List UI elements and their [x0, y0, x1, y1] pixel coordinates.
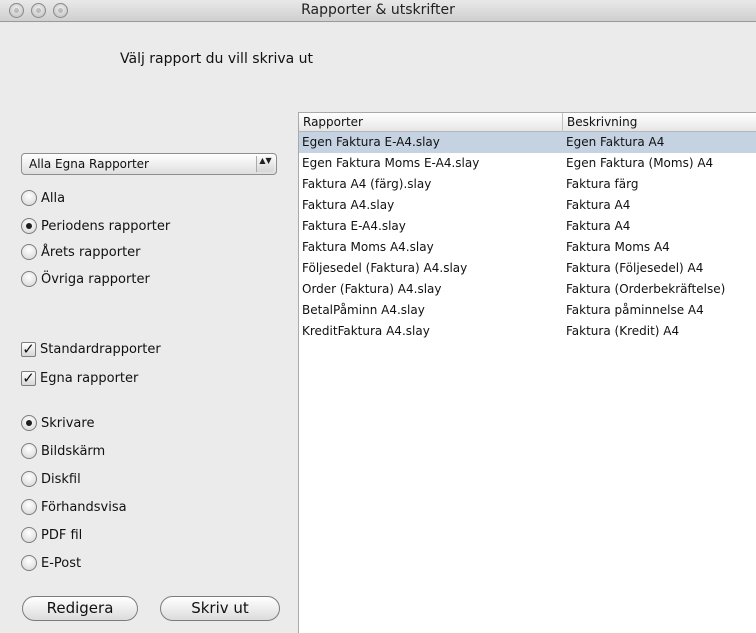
report-description-cell: Faktura (Orderbekräftelse): [566, 282, 726, 296]
radio-icon: [21, 555, 37, 571]
radio-period-alla[interactable]: Alla: [21, 188, 65, 208]
report-file-cell: Faktura A4.slay: [302, 198, 395, 212]
table-row[interactable]: Faktura A4.slay Faktura A4: [299, 195, 756, 216]
report-filter-value: Alla Egna Rapporter: [29, 157, 149, 171]
table-row[interactable]: BetalPåminn A4.slay Faktura påminnelse A4: [299, 300, 756, 321]
chevron-up-down-icon: ▲▼: [256, 156, 274, 172]
radio-selected-icon: [21, 218, 37, 234]
report-description-cell: Faktura (Följesedel) A4: [566, 261, 704, 275]
radio-output-e-post[interactable]: E-Post: [21, 553, 81, 573]
radio-icon: [21, 527, 37, 543]
report-description-cell: Egen Faktura A4: [566, 135, 665, 149]
window-title: Rapporter & utskrifter: [301, 2, 455, 18]
report-description-cell: Faktura färg: [566, 177, 639, 191]
page-heading: Välj rapport du vill skriva ut: [120, 51, 314, 67]
report-file-cell: Faktura A4 (färg).slay: [302, 177, 432, 191]
table-row[interactable]: Faktura Moms A4.slay Faktura Moms A4: [299, 237, 756, 258]
table-row[interactable]: Faktura E-A4.slay Faktura A4: [299, 216, 756, 237]
radio-icon: [21, 471, 37, 487]
radio-output-skrivare[interactable]: Skrivare: [21, 413, 94, 433]
radio-icon: [21, 499, 37, 515]
checkbox-label: Standardrapporter: [40, 341, 161, 357]
radio-period-arets-rapporter[interactable]: Årets rapporter: [21, 242, 141, 262]
table-row[interactable]: Egen Faktura Moms E-A4.slay Egen Faktura …: [299, 153, 756, 174]
radio-label: Alla: [41, 190, 66, 206]
report-table: Rapporter Beskrivning Egen Faktura E-A4.…: [298, 112, 756, 633]
report-file-cell: Faktura Moms A4.slay: [302, 240, 434, 254]
radio-period-periodens-rapporter[interactable]: Periodens rapporter: [21, 216, 170, 236]
edit-button[interactable]: Redigera: [22, 596, 138, 621]
report-file-cell: Följesedel (Faktura) A4.slay: [302, 261, 468, 275]
table-row[interactable]: Order (Faktura) A4.slay Faktura (Orderbek…: [299, 279, 756, 300]
title-bar: Rapporter & utskrifter: [0, 0, 756, 22]
report-description-cell: Faktura påminnelse A4: [566, 303, 704, 317]
table-row[interactable]: Faktura A4 (färg).slay Faktura färg: [299, 174, 756, 195]
table-header: Rapporter Beskrivning: [299, 113, 756, 132]
report-description-cell: Faktura Moms A4: [566, 240, 670, 254]
report-description-cell: Faktura A4: [566, 198, 631, 212]
report-file-cell: Order (Faktura) A4.slay: [302, 282, 442, 296]
radio-label: Periodens rapporter: [41, 218, 171, 234]
radio-selected-icon: [21, 415, 37, 431]
checkbox-standardrapporter[interactable]: ✓ Standardrapporter: [21, 339, 161, 359]
radio-output-forhandsvisa[interactable]: Förhandsvisa: [21, 497, 127, 517]
checkmark-icon: ✓: [21, 339, 36, 358]
report-filter-select[interactable]: Alla Egna Rapporter ▲▼: [21, 153, 277, 175]
window-content: Välj rapport du vill skriva ut Alla Egna…: [0, 23, 756, 633]
report-description-cell: Egen Faktura (Moms) A4: [566, 156, 714, 170]
radio-output-pdf-fil[interactable]: PDF fil: [21, 525, 82, 545]
checkmark-icon: ✓: [21, 368, 36, 387]
report-file-cell: BetalPåminn A4.slay: [302, 303, 425, 317]
report-file-cell: Egen Faktura Moms E-A4.slay: [302, 156, 480, 170]
report-description-cell: Faktura A4: [566, 219, 631, 233]
radio-period-ovriga-rapporter[interactable]: Övriga rapporter: [21, 269, 150, 289]
report-description-cell: Faktura (Kredit) A4: [566, 324, 680, 338]
print-button[interactable]: Skriv ut: [160, 596, 280, 621]
radio-icon: [21, 271, 37, 287]
report-file-cell: KreditFaktura A4.slay: [302, 324, 430, 338]
radio-label: Förhandsvisa: [41, 499, 127, 515]
radio-label: Årets rapporter: [41, 244, 141, 260]
checkbox-egna-rapporter[interactable]: ✓ Egna rapporter: [21, 368, 138, 388]
report-file-cell: Egen Faktura E-A4.slay: [302, 135, 440, 149]
radio-icon: [21, 244, 37, 260]
column-header-beskrivning[interactable]: Beskrivning: [562, 113, 756, 132]
report-file-cell: Faktura E-A4.slay: [302, 219, 406, 233]
radio-label: Diskfil: [41, 471, 81, 487]
radio-label: PDF fil: [41, 527, 83, 543]
radio-label: Skrivare: [41, 415, 95, 431]
table-row[interactable]: Följesedel (Faktura) A4.slay Faktura (Föl…: [299, 258, 756, 279]
radio-label: E-Post: [41, 555, 82, 571]
popup-arrows-glyph: ▲▼: [259, 156, 272, 165]
checkbox-label: Egna rapporter: [40, 370, 139, 386]
table-row[interactable]: KreditFaktura A4.slay Faktura (Kredit) A4: [299, 321, 756, 342]
radio-label: Övriga rapporter: [41, 271, 150, 287]
radio-output-bildskarm[interactable]: Bildskärm: [21, 441, 105, 461]
radio-output-diskfil[interactable]: Diskfil: [21, 469, 81, 489]
radio-icon: [21, 190, 37, 206]
table-row[interactable]: Egen Faktura E-A4.slay Egen Faktura A4: [299, 132, 756, 153]
column-header-rapporter[interactable]: Rapporter: [299, 113, 562, 132]
radio-icon: [21, 443, 37, 459]
radio-label: Bildskärm: [41, 443, 106, 459]
